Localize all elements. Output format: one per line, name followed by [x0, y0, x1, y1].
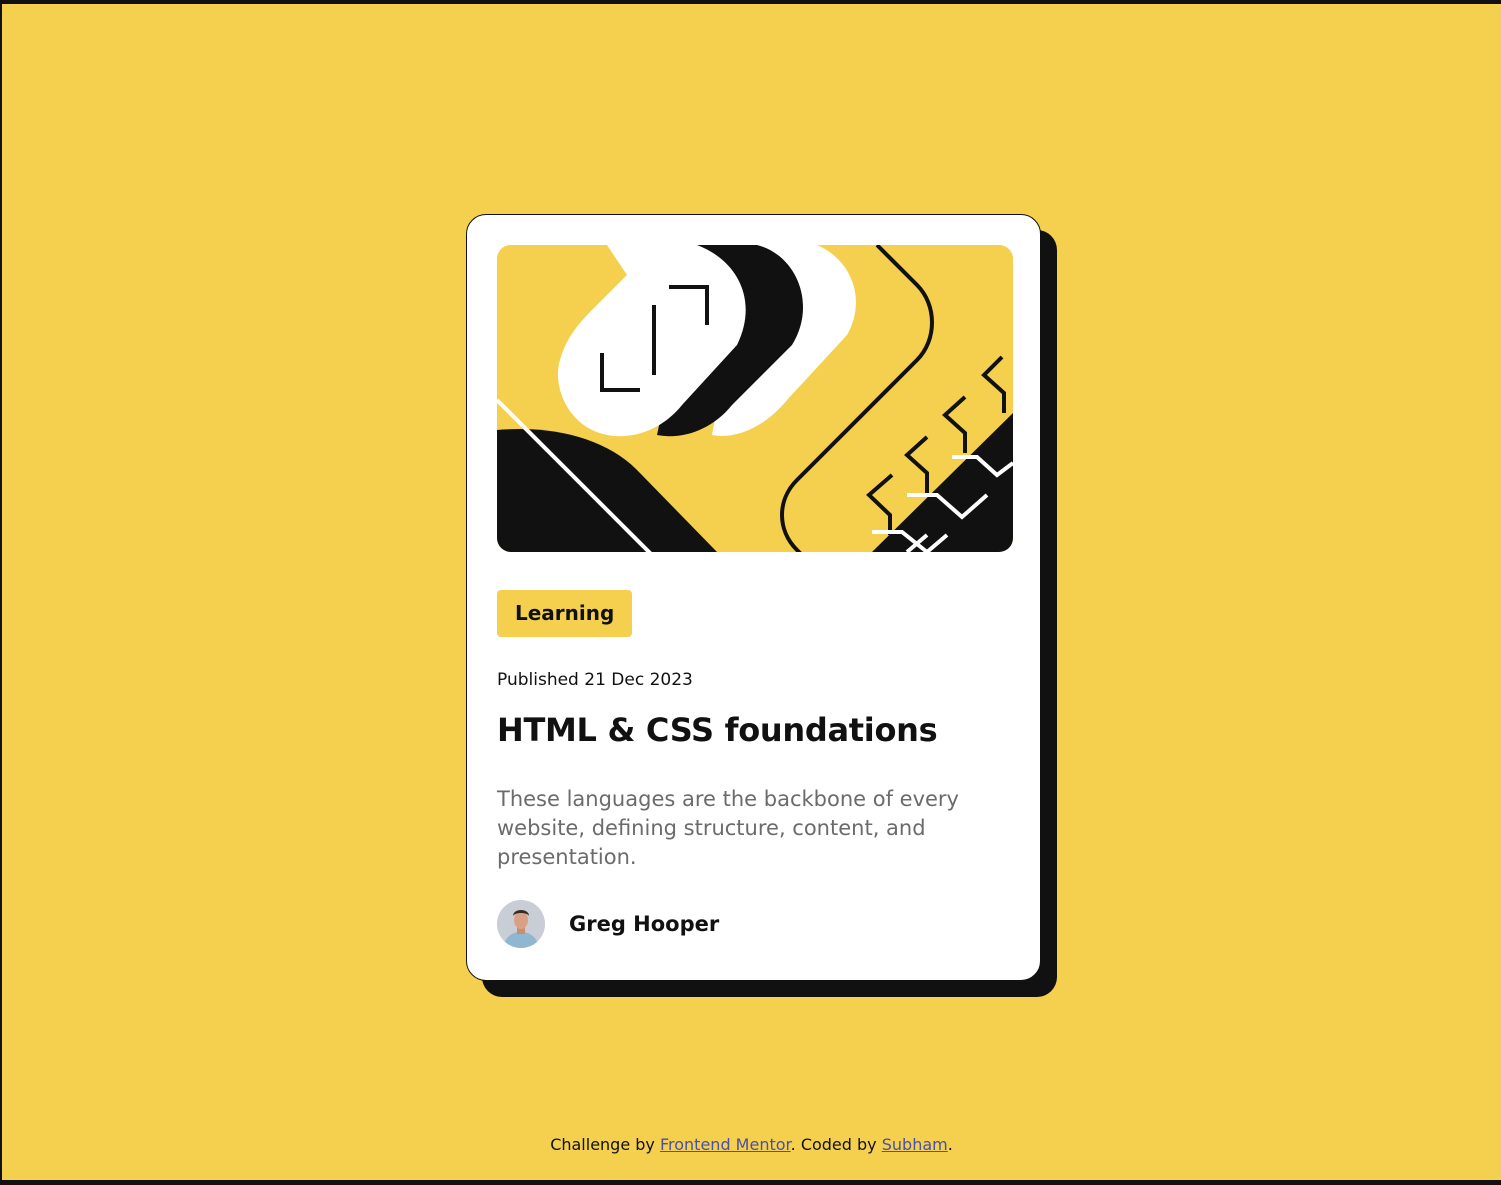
card-description: These languages are the backbone of ever… [497, 787, 959, 869]
attribution-footer: Challenge by Frontend Mentor. Coded by S… [2, 1135, 1501, 1155]
card-illustration [497, 245, 1013, 552]
page-background: Learning Published 21 Dec 2023 HTML & CS… [2, 4, 1501, 1180]
footer-middle: . Coded by [790, 1135, 882, 1154]
category-tag: Learning [497, 590, 633, 637]
html-css-illustration-icon [497, 245, 1013, 552]
author-link[interactable]: Subham [882, 1135, 948, 1154]
footer-suffix: . [947, 1135, 953, 1154]
card-title[interactable]: HTML & CSS foundations [497, 710, 938, 750]
avatar [497, 900, 545, 948]
author-name: Greg Hooper [569, 912, 720, 936]
footer-prefix: Challenge by [550, 1135, 660, 1154]
frontend-mentor-link[interactable]: Frontend Mentor [660, 1135, 791, 1154]
avatar-photo-icon [497, 900, 545, 948]
blog-preview-card: Learning Published 21 Dec 2023 HTML & CS… [466, 214, 1041, 981]
author-block: Greg Hooper [497, 900, 719, 948]
published-date: Published 21 Dec 2023 [497, 670, 693, 690]
